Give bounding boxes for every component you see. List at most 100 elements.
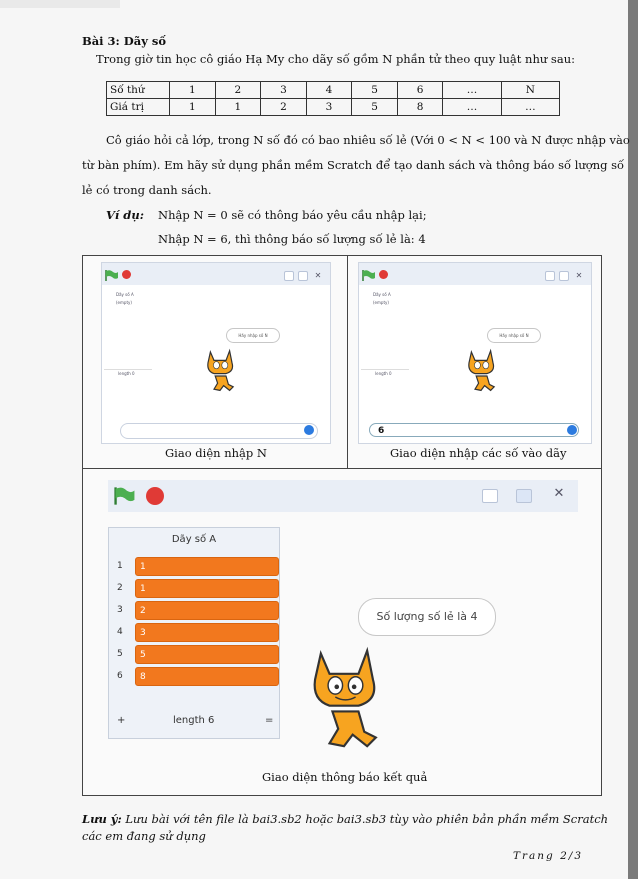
fullscreen-icon[interactable]: ✕: [575, 271, 583, 280]
table-cell: 2: [260, 98, 307, 116]
small-stage-icon[interactable]: [482, 489, 498, 503]
note-text: các em đang sử dụng: [82, 829, 206, 843]
green-flag-icon[interactable]: [362, 270, 376, 281]
speech-bubble: Hãy nhập số N: [226, 328, 280, 343]
check-icon[interactable]: [304, 425, 314, 435]
list-length: length 6: [173, 715, 215, 726]
list-item-value[interactable]: 3: [135, 623, 279, 642]
table-cell: …: [500, 98, 561, 116]
list-item-index: 4: [117, 627, 123, 637]
list-monitor: Dãy số A 11 21 32 43 55 68 + length 6 =: [108, 527, 280, 739]
list-item: 32: [117, 601, 279, 621]
list-item: 43: [117, 623, 279, 643]
panel-caption: Giao diện nhập các số vào dãy: [390, 446, 567, 460]
table-row-index: Số thứ 1 2 3 4 5 6 … N: [106, 81, 561, 99]
table-cell: 1: [169, 98, 216, 116]
table-cell: 6: [396, 81, 444, 99]
list-title: Dãy số A: [116, 292, 134, 297]
stage-toolbar: [102, 263, 330, 285]
page-number: Trang 2/3: [513, 850, 584, 862]
list-item-value[interactable]: 8: [135, 667, 279, 686]
paragraph-line: từ bàn phím). Em hãy sử dụng phần mềm Sc…: [82, 158, 625, 172]
stage-area: ✕ Dãy số A (empty) length 0 Hãy nhập số …: [101, 262, 331, 444]
note: Lưu ý: Lưu bài với tên file là bai3.sb2 …: [82, 812, 608, 827]
table-cell: 1: [169, 81, 216, 99]
table-cell: …: [442, 98, 502, 116]
fullscreen-icon[interactable]: ✕: [314, 271, 322, 280]
list-item: 21: [117, 579, 279, 599]
answer-input[interactable]: [120, 423, 318, 439]
resize-handle[interactable]: =: [265, 715, 273, 726]
table-cell: 5: [351, 98, 398, 116]
top-strip: [0, 0, 120, 8]
list-item-value[interactable]: 5: [135, 645, 279, 664]
stage-toolbar: [359, 263, 591, 285]
table-cell: N: [500, 81, 561, 99]
answer-input[interactable]: 6: [369, 423, 579, 437]
table-cell: 8: [396, 98, 444, 116]
fullscreen-icon[interactable]: ✕: [551, 487, 567, 501]
example-line: Nhập N = 6, thì thông báo số lượng số lẻ…: [158, 232, 426, 246]
note-label: Lưu ý:: [82, 812, 122, 826]
paragraph-line: lẻ có trong danh sách.: [82, 183, 212, 197]
screenshot-panel-input-n: ✕ Dãy số A (empty) length 0 Hãy nhập số …: [82, 255, 349, 470]
small-stage-icon[interactable]: [545, 271, 555, 281]
list-empty: (empty): [116, 300, 132, 305]
list-item-value[interactable]: 1: [135, 579, 279, 598]
paragraph-line: Cô giáo hỏi cả lớp, trong N số đó có bao…: [106, 133, 630, 147]
scratch-cat: [313, 646, 378, 748]
table-cell: 5: [351, 81, 398, 99]
stop-icon[interactable]: [146, 487, 164, 505]
stage-area: ✕ Dãy số A (empty) length 0 Hãy nhập số …: [358, 262, 592, 444]
small-stage-icon[interactable]: [284, 271, 294, 281]
list-item-index: 6: [117, 671, 123, 681]
list-item-index: 3: [117, 605, 123, 615]
list-item: 11: [117, 557, 279, 577]
check-icon[interactable]: [567, 425, 577, 435]
list-item: 68: [117, 667, 279, 687]
note-text: Lưu bài với tên file là bai3.sb2 hoặc ba…: [125, 812, 609, 826]
list-length: length 0: [104, 369, 152, 377]
document-page: Bài 3: Dãy số Trong giờ tin học cô giáo …: [0, 0, 630, 879]
list-title: Dãy số A: [171, 534, 217, 545]
list-item-index: 1: [117, 561, 123, 571]
stage-toolbar: ✕: [108, 480, 578, 512]
list-title: Dãy số A: [373, 292, 391, 297]
example-label: Ví dụ:: [106, 208, 144, 222]
table-row-value: Giá trị 1 1 2 3 5 8 … …: [106, 98, 561, 116]
scratch-cat: [207, 348, 235, 392]
intro-text: Trong giờ tin học cô giáo Hạ My cho dãy …: [96, 52, 575, 66]
normal-stage-icon[interactable]: [516, 489, 532, 503]
speech-bubble: Hãy nhập số N: [487, 328, 541, 343]
screenshot-panel-input-values: ✕ Dãy số A (empty) length 0 Hãy nhập số …: [347, 255, 602, 470]
list-length-text: length 0: [375, 371, 392, 376]
list-footer: + length 6 =: [109, 711, 279, 733]
stop-icon[interactable]: [379, 270, 388, 279]
list-length-text: length 0: [118, 371, 135, 376]
list-item: 55: [117, 645, 279, 665]
list-length: length 0: [361, 369, 409, 377]
list-item-value[interactable]: 2: [135, 601, 279, 620]
table-cell: 4: [305, 81, 353, 99]
table-cell: 1: [214, 98, 262, 116]
stop-icon[interactable]: [122, 270, 131, 279]
list-item-index: 2: [117, 583, 123, 593]
normal-stage-icon[interactable]: [298, 271, 308, 281]
exercise-title: Bài 3: Dãy số: [82, 34, 167, 48]
normal-stage-icon[interactable]: [559, 271, 569, 281]
list-item-index: 5: [117, 649, 123, 659]
green-flag-icon[interactable]: [114, 487, 136, 505]
sequence-table: Số thứ 1 2 3 4 5 6 … N Giá trị 1 1 2 3 5…: [106, 81, 561, 116]
scratch-cat: [468, 348, 496, 392]
panel-caption: Giao diện thông báo kết quả: [262, 770, 428, 784]
table-cell: Giá trị: [106, 98, 170, 116]
table-cell: 2: [214, 81, 262, 99]
list-item-value[interactable]: 1: [135, 557, 279, 576]
table-cell: 3: [260, 81, 307, 99]
list-empty: (empty): [373, 300, 389, 305]
panel-caption: Giao diện nhập N: [165, 446, 267, 460]
table-cell: …: [442, 81, 502, 99]
green-flag-icon[interactable]: [105, 270, 119, 281]
add-item-button[interactable]: +: [117, 715, 125, 726]
table-cell: 3: [305, 98, 353, 116]
